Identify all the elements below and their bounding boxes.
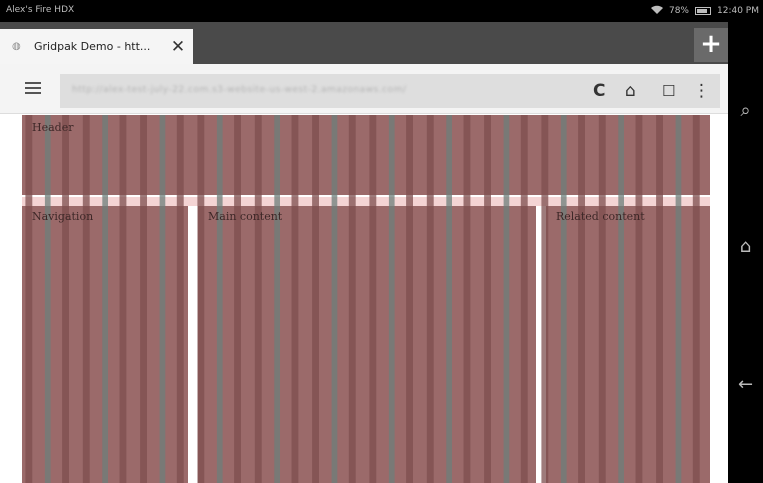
back-icon[interactable]: ← — [728, 374, 763, 395]
reload-icon[interactable]: C — [593, 82, 605, 100]
browser-toolbar: http://alex-test-july-22.com.s3-website-… — [0, 64, 728, 114]
wifi-icon — [650, 5, 663, 17]
navigation-region: Navigation — [22, 206, 188, 483]
header-label: Header — [32, 121, 74, 134]
bookmark-icon[interactable]: ☐ — [662, 82, 675, 100]
header-region: Header — [22, 115, 710, 195]
tab-strip: ◍ Gridpak Demo - htt... ✕ + — [0, 22, 728, 64]
row-gutter — [22, 197, 710, 206]
globe-icon: ◍ — [12, 41, 21, 52]
main-content-region: Main content — [198, 206, 536, 483]
browser-window: ◍ Gridpak Demo - htt... ✕ + http://alex-… — [0, 22, 728, 483]
more-options-icon[interactable]: ⋮ — [693, 82, 710, 100]
hamburger-icon[interactable] — [25, 82, 41, 94]
url-text: http://alex-test-july-22.com.s3-website-… — [72, 85, 407, 95]
status-right: 78% 12:40 PM — [650, 5, 759, 17]
home-icon[interactable]: ⌂ — [625, 82, 636, 100]
tab-gridpak-demo[interactable]: ◍ Gridpak Demo - htt... ✕ — [0, 29, 193, 64]
related-content-region: Related content — [546, 206, 710, 483]
main-content-label: Main content — [208, 210, 283, 223]
close-icon[interactable]: ✕ — [163, 37, 193, 57]
address-bar[interactable]: http://alex-test-july-22.com.s3-website-… — [60, 74, 720, 108]
battery-icon — [695, 7, 711, 15]
navigation-label: Navigation — [32, 210, 94, 223]
device-name: Alex's Fire HDX — [6, 5, 75, 15]
battery-percent: 78% — [668, 6, 689, 16]
new-tab-button[interactable]: + — [694, 28, 728, 62]
tab-title: Gridpak Demo - htt... — [34, 40, 151, 53]
web-page: Header Navigation Main content Related c… — [0, 115, 728, 483]
status-bar: Alex's Fire HDX 78% 12:40 PM — [0, 0, 763, 22]
home-icon[interactable]: ⌂ — [728, 236, 763, 257]
related-content-label: Related content — [556, 210, 645, 223]
clock: 12:40 PM — [717, 6, 759, 16]
system-nav-bar: ⌕ ⌂ ← — [728, 22, 763, 483]
search-icon[interactable]: ⌕ — [728, 100, 763, 121]
